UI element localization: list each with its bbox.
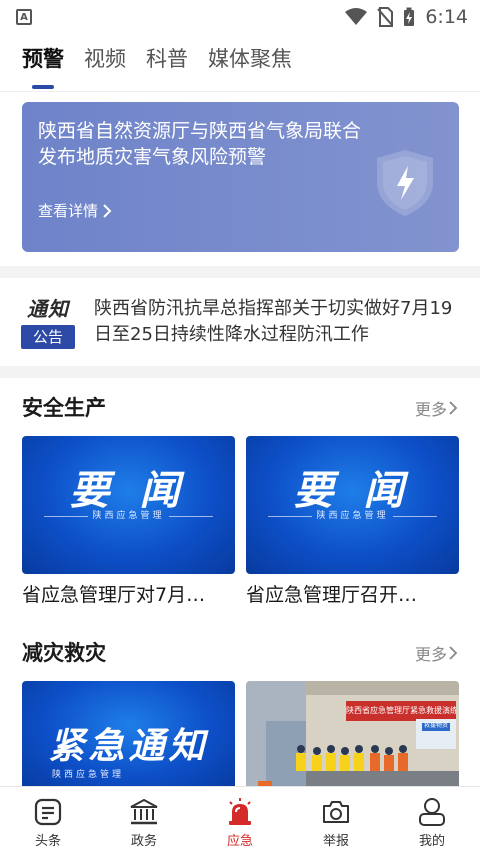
warning-card[interactable]: 陕西省自然资源厅与陕西省气象局联合发布地质灾害气象风险预警 查看详情 [22, 102, 459, 252]
nav-item-profile[interactable]: 我的 [384, 787, 480, 853]
status-icons: 6:14 [345, 6, 468, 28]
chevron-right-icon [103, 203, 112, 218]
drill-scene-image [246, 681, 459, 791]
drill-board-text: 救援物资 [423, 722, 448, 729]
news-thumbnail[interactable]: 紧急通知 陕西应急管理 [22, 681, 235, 791]
drill-banner-text: 陕西省应急管理厅紧急救援演练 [346, 706, 456, 715]
news-caption[interactable]: 省应急管理厅对7月… [22, 580, 235, 607]
nav-item-report[interactable]: 举报 [288, 787, 384, 853]
tab-warning[interactable]: 预警 [22, 43, 64, 91]
user-profile-icon [417, 797, 447, 827]
nav-label: 应急 [226, 834, 253, 849]
section-title-safety: 安全生产 [22, 396, 106, 420]
more-label: 更多 [414, 400, 447, 419]
view-details-label: 查看详情 [38, 202, 99, 220]
notice-badge-bottom: 公告 [21, 325, 75, 349]
lightning-shield-icon [377, 150, 433, 216]
notice-text: 陕西省防汛抗旱总指挥部关于切实做好7月19日至25日持续性降水过程防汛工作 [94, 298, 453, 345]
tab-science[interactable]: 科普 [146, 43, 188, 91]
thumbnail-subtitle: 陕西应急管理 [92, 511, 165, 521]
thumbnail-subtitle: 陕西应急管理 [316, 511, 389, 521]
thumbnail-title: 紧急通知 [48, 726, 209, 767]
warning-title: 陕西省自然资源厅与陕西省气象局联合发布地质灾害气象风险预警 [38, 120, 362, 168]
section-divider [0, 366, 480, 378]
tab-media-focus[interactable]: 媒体聚焦 [208, 43, 292, 91]
nav-label: 头条 [34, 834, 61, 849]
wifi-icon [345, 8, 368, 25]
top-tab-bar: 预警 视频 科普 媒体聚焦 [0, 34, 480, 92]
chevron-right-icon [449, 646, 458, 660]
government-building-icon [129, 797, 159, 827]
nav-label: 政务 [130, 834, 157, 849]
news-caption[interactable]: 省应急管理厅召开… [246, 580, 459, 607]
notice-banner[interactable]: 通知 公告 陕西省防汛抗旱总指挥部关于切实做好7月19日至25日持续性降水过程防… [0, 282, 480, 366]
notice-badge: 通知 公告 [21, 295, 75, 351]
more-link-disaster-relief[interactable]: 更多 [415, 641, 458, 665]
nav-item-government[interactable]: 政务 [96, 787, 192, 853]
bottom-navigation: 头条 政务 应急 举报 我的 [0, 786, 480, 853]
nav-item-headlines[interactable]: 头条 [0, 787, 96, 853]
camera-icon [321, 797, 351, 827]
news-thumbnail[interactable]: 要 闻 陕西应急管理 [22, 436, 235, 574]
nav-item-emergency[interactable]: 应急 [192, 787, 288, 853]
section-divider [0, 266, 480, 278]
nav-label: 举报 [322, 834, 349, 849]
thumbnail-subtitle: 陕西应急管理 [52, 770, 125, 780]
status-time: 6:14 [425, 6, 468, 28]
battery-charging-icon [404, 7, 415, 26]
alarm-siren-icon [225, 797, 255, 827]
chevron-right-icon [449, 401, 458, 415]
section-title-disaster-relief: 减灾救灾 [22, 641, 106, 665]
headline-icon [33, 797, 63, 827]
notice-badge-top: 通知 [27, 297, 69, 321]
view-details-link[interactable]: 查看详情 [38, 200, 112, 221]
no-sim-icon [377, 7, 394, 27]
tab-video[interactable]: 视频 [84, 43, 126, 91]
nav-label: 我的 [418, 834, 445, 849]
more-link-safety[interactable]: 更多 [415, 396, 458, 420]
rescue-drill-photo[interactable]: 陕西省应急管理厅紧急救援演练 救援物资 [246, 681, 459, 791]
status-bar: A 6:14 [0, 0, 480, 34]
more-label: 更多 [414, 645, 447, 664]
app-notification-icon: A [16, 9, 32, 25]
app-notification-letter: A [20, 11, 28, 23]
news-thumbnail[interactable]: 要 闻 陕西应急管理 [246, 436, 459, 574]
